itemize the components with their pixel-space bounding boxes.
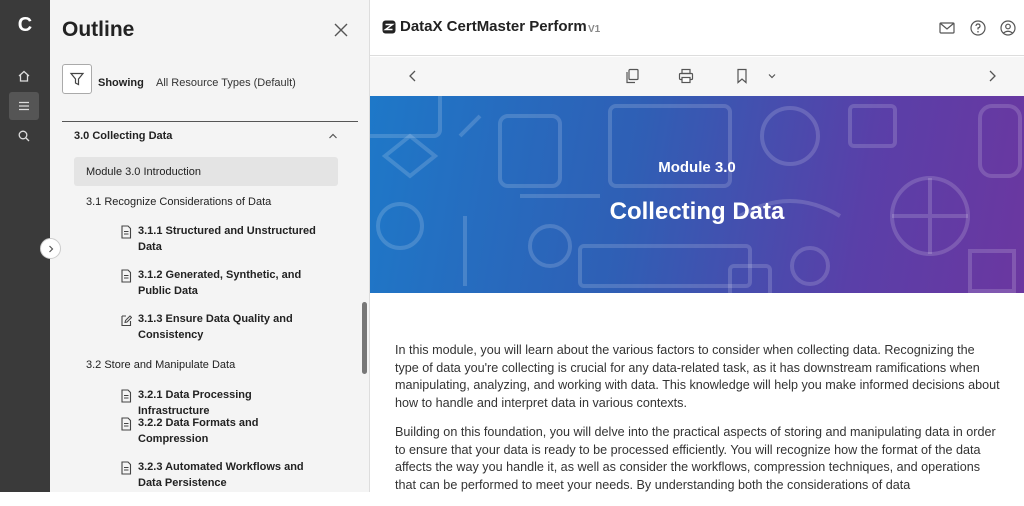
filter-showing-label: Showing (98, 77, 144, 89)
outline-item-3-2-3[interactable]: 3.2.3 Automated Workflows and Data Persi… (120, 459, 320, 491)
scrollbar-thumb[interactable] (362, 302, 367, 374)
edit-icon (121, 315, 132, 327)
intro-paragraph: In this module, you will learn about the… (395, 343, 1000, 410)
brand-logo-icon (382, 20, 396, 34)
outline-item-label: Module 3.0 Introduction (86, 166, 201, 178)
chevron-up-icon[interactable] (328, 132, 338, 140)
section-heading[interactable]: 3.0 Collecting Data (74, 130, 172, 142)
module-number: Module 3.0 (658, 159, 736, 176)
outline-item-label: 3.2.2 Data Formats and Compression (138, 417, 259, 445)
divider (62, 121, 358, 122)
tech-pattern-background (370, 96, 1022, 293)
user-icon[interactable] (999, 19, 1017, 37)
outline-item-3-1-1[interactable]: 3.1.1 Structured and Unstructured Data (120, 223, 320, 255)
outline-item-3-2[interactable]: 3.2 Store and Manipulate Data (86, 357, 235, 373)
mail-icon[interactable] (938, 19, 956, 37)
document-icon (121, 417, 132, 431)
chevron-right-icon (48, 245, 53, 252)
document-icon (121, 461, 132, 475)
app-logo[interactable]: C (12, 12, 38, 38)
print-icon[interactable] (677, 67, 695, 85)
outline-title: Outline (62, 18, 135, 41)
outline-item-label: 3.1.3 Ensure Data Quality and Consistenc… (138, 313, 293, 341)
copy-icon[interactable] (623, 67, 641, 85)
outline-item-3-1[interactable]: 3.1 Recognize Considerations of Data (86, 194, 271, 210)
content-toolbar (370, 57, 1024, 96)
version-badge: V1 (588, 24, 601, 35)
outline-item-3-2-2[interactable]: 3.2.2 Data Formats and Compression (120, 415, 320, 447)
resource-type-value[interactable]: All Resource Types (Default) (156, 77, 296, 89)
document-icon (121, 389, 132, 403)
top-bar: DataX CertMaster Perform V1 (370, 0, 1024, 56)
outline-item-3-1-2[interactable]: 3.1.2 Generated, Synthetic, and Public D… (120, 267, 320, 299)
main-content: DataX CertMaster Perform V1 Module 3.0 C… (370, 0, 1024, 492)
chevron-left-icon[interactable] (404, 67, 422, 85)
home-icon[interactable] (9, 62, 39, 90)
document-icon (121, 269, 132, 283)
app-title: DataX CertMaster Perform (400, 18, 587, 35)
expand-panel-button[interactable] (40, 238, 61, 259)
outline-panel: Outline Showing All Resource Types (Defa… (50, 0, 370, 492)
chevron-right-icon[interactable] (983, 67, 1001, 85)
bookmark-icon[interactable] (733, 67, 751, 85)
foundation-paragraph: Building on this foundation, you will de… (395, 425, 996, 492)
search-icon[interactable] (9, 122, 39, 150)
module-body: In this module, you will learn about the… (395, 342, 1000, 506)
outline-item-label: 3.1.1 Structured and Unstructured Data (138, 225, 316, 253)
module-title: Collecting Data (609, 198, 785, 225)
help-icon[interactable] (969, 19, 987, 37)
list-icon[interactable] (9, 92, 39, 120)
outline-item-label: 3.1.2 Generated, Synthetic, and Public D… (138, 269, 302, 297)
chevron-down-icon[interactable] (763, 67, 781, 85)
outline-item-3-1-3[interactable]: 3.1.3 Ensure Data Quality and Consistenc… (120, 311, 320, 343)
outline-item-label: 3.2.3 Automated Workflows and Data Persi… (138, 461, 304, 489)
close-icon[interactable] (333, 22, 349, 38)
outline-item-intro[interactable]: Module 3.0 Introduction (74, 157, 338, 186)
document-icon (121, 225, 132, 239)
module-banner: Module 3.0 Collecting Data (370, 96, 1024, 293)
filter-icon (69, 72, 85, 86)
filter-button[interactable] (62, 64, 92, 94)
